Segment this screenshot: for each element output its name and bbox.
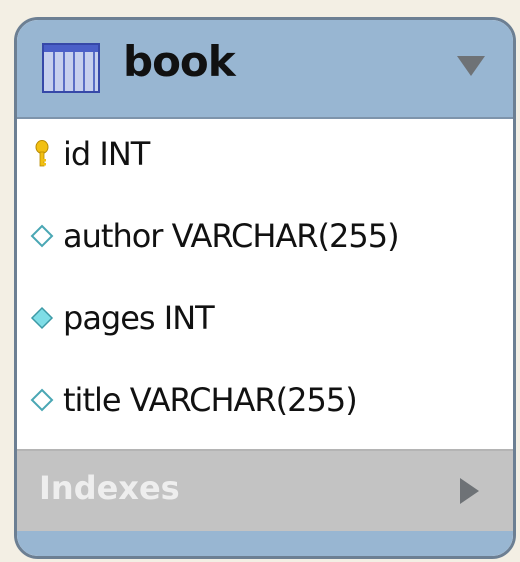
column-row-id[interactable]: id INT bbox=[17, 124, 513, 184]
column-label: pages INT bbox=[63, 299, 215, 337]
column-row-pages[interactable]: pages INT bbox=[17, 288, 513, 348]
primary-key-icon bbox=[29, 139, 55, 169]
column-row-title[interactable]: title VARCHAR(255) bbox=[17, 370, 513, 430]
expand-arrow-icon[interactable] bbox=[460, 478, 479, 504]
column-label: title VARCHAR(255) bbox=[63, 381, 358, 419]
table-header[interactable]: book bbox=[17, 20, 513, 119]
collapse-arrow-icon[interactable] bbox=[457, 56, 485, 76]
indexes-label: Indexes bbox=[39, 469, 180, 507]
nullable-column-icon bbox=[29, 385, 55, 415]
table-card-book[interactable]: book id INT author VARCHAR(255) pages IN… bbox=[14, 17, 516, 559]
table-icon bbox=[42, 43, 100, 93]
table-footer bbox=[17, 531, 513, 556]
nullable-column-icon bbox=[29, 221, 55, 251]
column-label: author VARCHAR(255) bbox=[63, 217, 400, 255]
indexes-section[interactable]: Indexes bbox=[17, 449, 513, 533]
table-name: book bbox=[123, 37, 236, 86]
columns-list: id INT author VARCHAR(255) pages INT tit… bbox=[17, 119, 513, 449]
column-label: id INT bbox=[63, 135, 150, 173]
not-null-column-icon bbox=[29, 303, 55, 333]
column-row-author[interactable]: author VARCHAR(255) bbox=[17, 206, 513, 266]
